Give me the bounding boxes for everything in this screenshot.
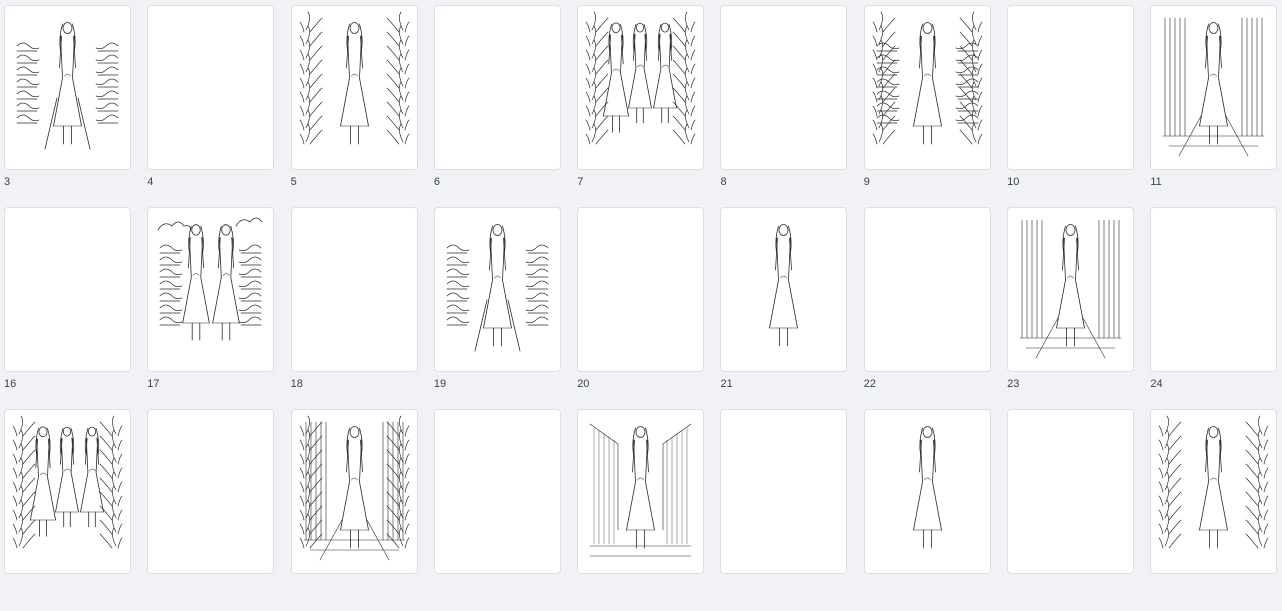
page-thumbnail[interactable]: 21	[720, 207, 848, 409]
page-number-label: 10	[1007, 176, 1020, 188]
page-preview-blank[interactable]	[720, 409, 848, 574]
page-preview-blank[interactable]	[433, 5, 561, 170]
coloring-page-drawing	[912, 426, 942, 549]
page-thumbnail[interactable]: 7	[577, 5, 705, 207]
page-thumbnail[interactable]	[433, 409, 561, 611]
page-preview-blank[interactable]	[290, 207, 418, 372]
page-thumbnail[interactable]: 18	[290, 207, 418, 409]
page-thumbnail[interactable]: 16	[4, 207, 131, 409]
page-thumbnail[interactable]: 9	[863, 5, 991, 207]
page-thumbnail[interactable]	[1007, 409, 1135, 611]
page-thumbnail[interactable]	[720, 409, 848, 611]
coloring-page-drawing	[1019, 219, 1122, 359]
page-preview-illustration[interactable]	[290, 409, 418, 574]
page-thumbnail[interactable]: 11	[1150, 5, 1278, 207]
page-number-label: 18	[290, 378, 303, 390]
page-preview-illustration[interactable]	[863, 5, 991, 170]
page-thumbnail[interactable]: 5	[290, 5, 418, 207]
coloring-page-drawing	[872, 11, 983, 145]
page-number-label: 17	[147, 378, 160, 390]
page-number-label: 20	[577, 378, 590, 390]
coloring-page-drawing	[1163, 17, 1265, 157]
page-thumbnail[interactable]	[147, 409, 275, 611]
page-preview-illustration[interactable]	[290, 5, 418, 170]
coloring-page-drawing	[157, 217, 263, 341]
coloring-page-drawing	[299, 415, 409, 561]
page-thumbnail[interactable]	[577, 409, 705, 611]
page-preview-illustration[interactable]	[147, 207, 275, 372]
page-preview-illustration[interactable]	[4, 409, 131, 574]
page-thumbnail[interactable]: 22	[863, 207, 991, 409]
page-number-label: 21	[720, 378, 733, 390]
page-preview-illustration[interactable]	[1150, 5, 1278, 170]
page-preview-blank[interactable]	[1007, 5, 1135, 170]
page-preview-illustration[interactable]	[720, 207, 848, 372]
page-number-label: 22	[863, 378, 877, 390]
coloring-page-drawing	[769, 224, 799, 347]
page-number-label: 11	[1150, 176, 1162, 188]
page-number-label: 4	[147, 176, 154, 188]
page-preview-blank[interactable]	[147, 5, 275, 170]
page-number-label: 19	[433, 378, 447, 390]
page-number-label: 5	[290, 176, 297, 188]
page-preview-illustration[interactable]	[863, 409, 991, 574]
page-preview-blank[interactable]	[1007, 409, 1135, 574]
coloring-page-drawing	[16, 22, 119, 150]
page-preview-illustration[interactable]	[577, 409, 705, 574]
page-preview-blank[interactable]	[720, 5, 848, 170]
page-number-label: 23	[1007, 378, 1020, 390]
page-number-label: 8	[720, 176, 727, 188]
page-thumbnail[interactable]: 17	[147, 207, 275, 409]
page-number-label: 9	[863, 176, 870, 188]
page-thumbnail[interactable]: 3	[4, 5, 131, 207]
page-preview-blank[interactable]	[863, 207, 991, 372]
coloring-page-drawing	[299, 11, 409, 145]
page-thumbnail[interactable]: 20	[577, 207, 705, 409]
page-preview-blank[interactable]	[433, 409, 561, 574]
page-preview-blank[interactable]	[577, 207, 705, 372]
page-preview-illustration[interactable]	[1007, 207, 1135, 372]
page-thumbnail[interactable]: 6	[433, 5, 561, 207]
page-preview-illustration[interactable]	[577, 5, 705, 170]
page-number-label: 3	[4, 176, 11, 188]
page-thumbnail[interactable]: 24	[1150, 207, 1278, 409]
page-preview-illustration[interactable]	[1150, 409, 1278, 574]
coloring-page-drawing	[589, 423, 692, 557]
coloring-page-drawing	[585, 11, 696, 145]
page-thumbnail[interactable]	[863, 409, 991, 611]
page-preview-blank[interactable]	[1150, 207, 1278, 372]
page-thumbnail[interactable]	[1150, 409, 1278, 611]
page-number-label: 7	[577, 176, 584, 188]
page-thumbnail[interactable]: 19	[433, 207, 561, 409]
page-thumbnail-grid: 3 4 5 6 7 8 9 10 11 16 17 18 19 20 21 22 23 24	[4, 5, 1280, 611]
page-preview-blank[interactable]	[4, 207, 131, 372]
page-thumbnail[interactable]: 10	[1007, 5, 1135, 207]
page-thumbnail[interactable]	[290, 409, 418, 611]
page-preview-illustration[interactable]	[433, 207, 561, 372]
coloring-page-drawing	[446, 224, 549, 352]
page-thumbnail[interactable]: 8	[720, 5, 848, 207]
page-thumbnail[interactable]: 4	[147, 5, 275, 207]
page-number-label: 24	[1150, 378, 1163, 390]
coloring-page-drawing	[12, 415, 123, 549]
page-preview-illustration[interactable]	[4, 5, 131, 170]
page-thumbnail[interactable]: 23	[1007, 207, 1135, 409]
page-number-label: 16	[4, 378, 17, 390]
coloring-page-drawing	[1159, 415, 1269, 549]
page-thumbnail[interactable]	[4, 409, 131, 611]
page-preview-blank[interactable]	[147, 409, 275, 574]
page-number-label: 6	[433, 176, 441, 188]
